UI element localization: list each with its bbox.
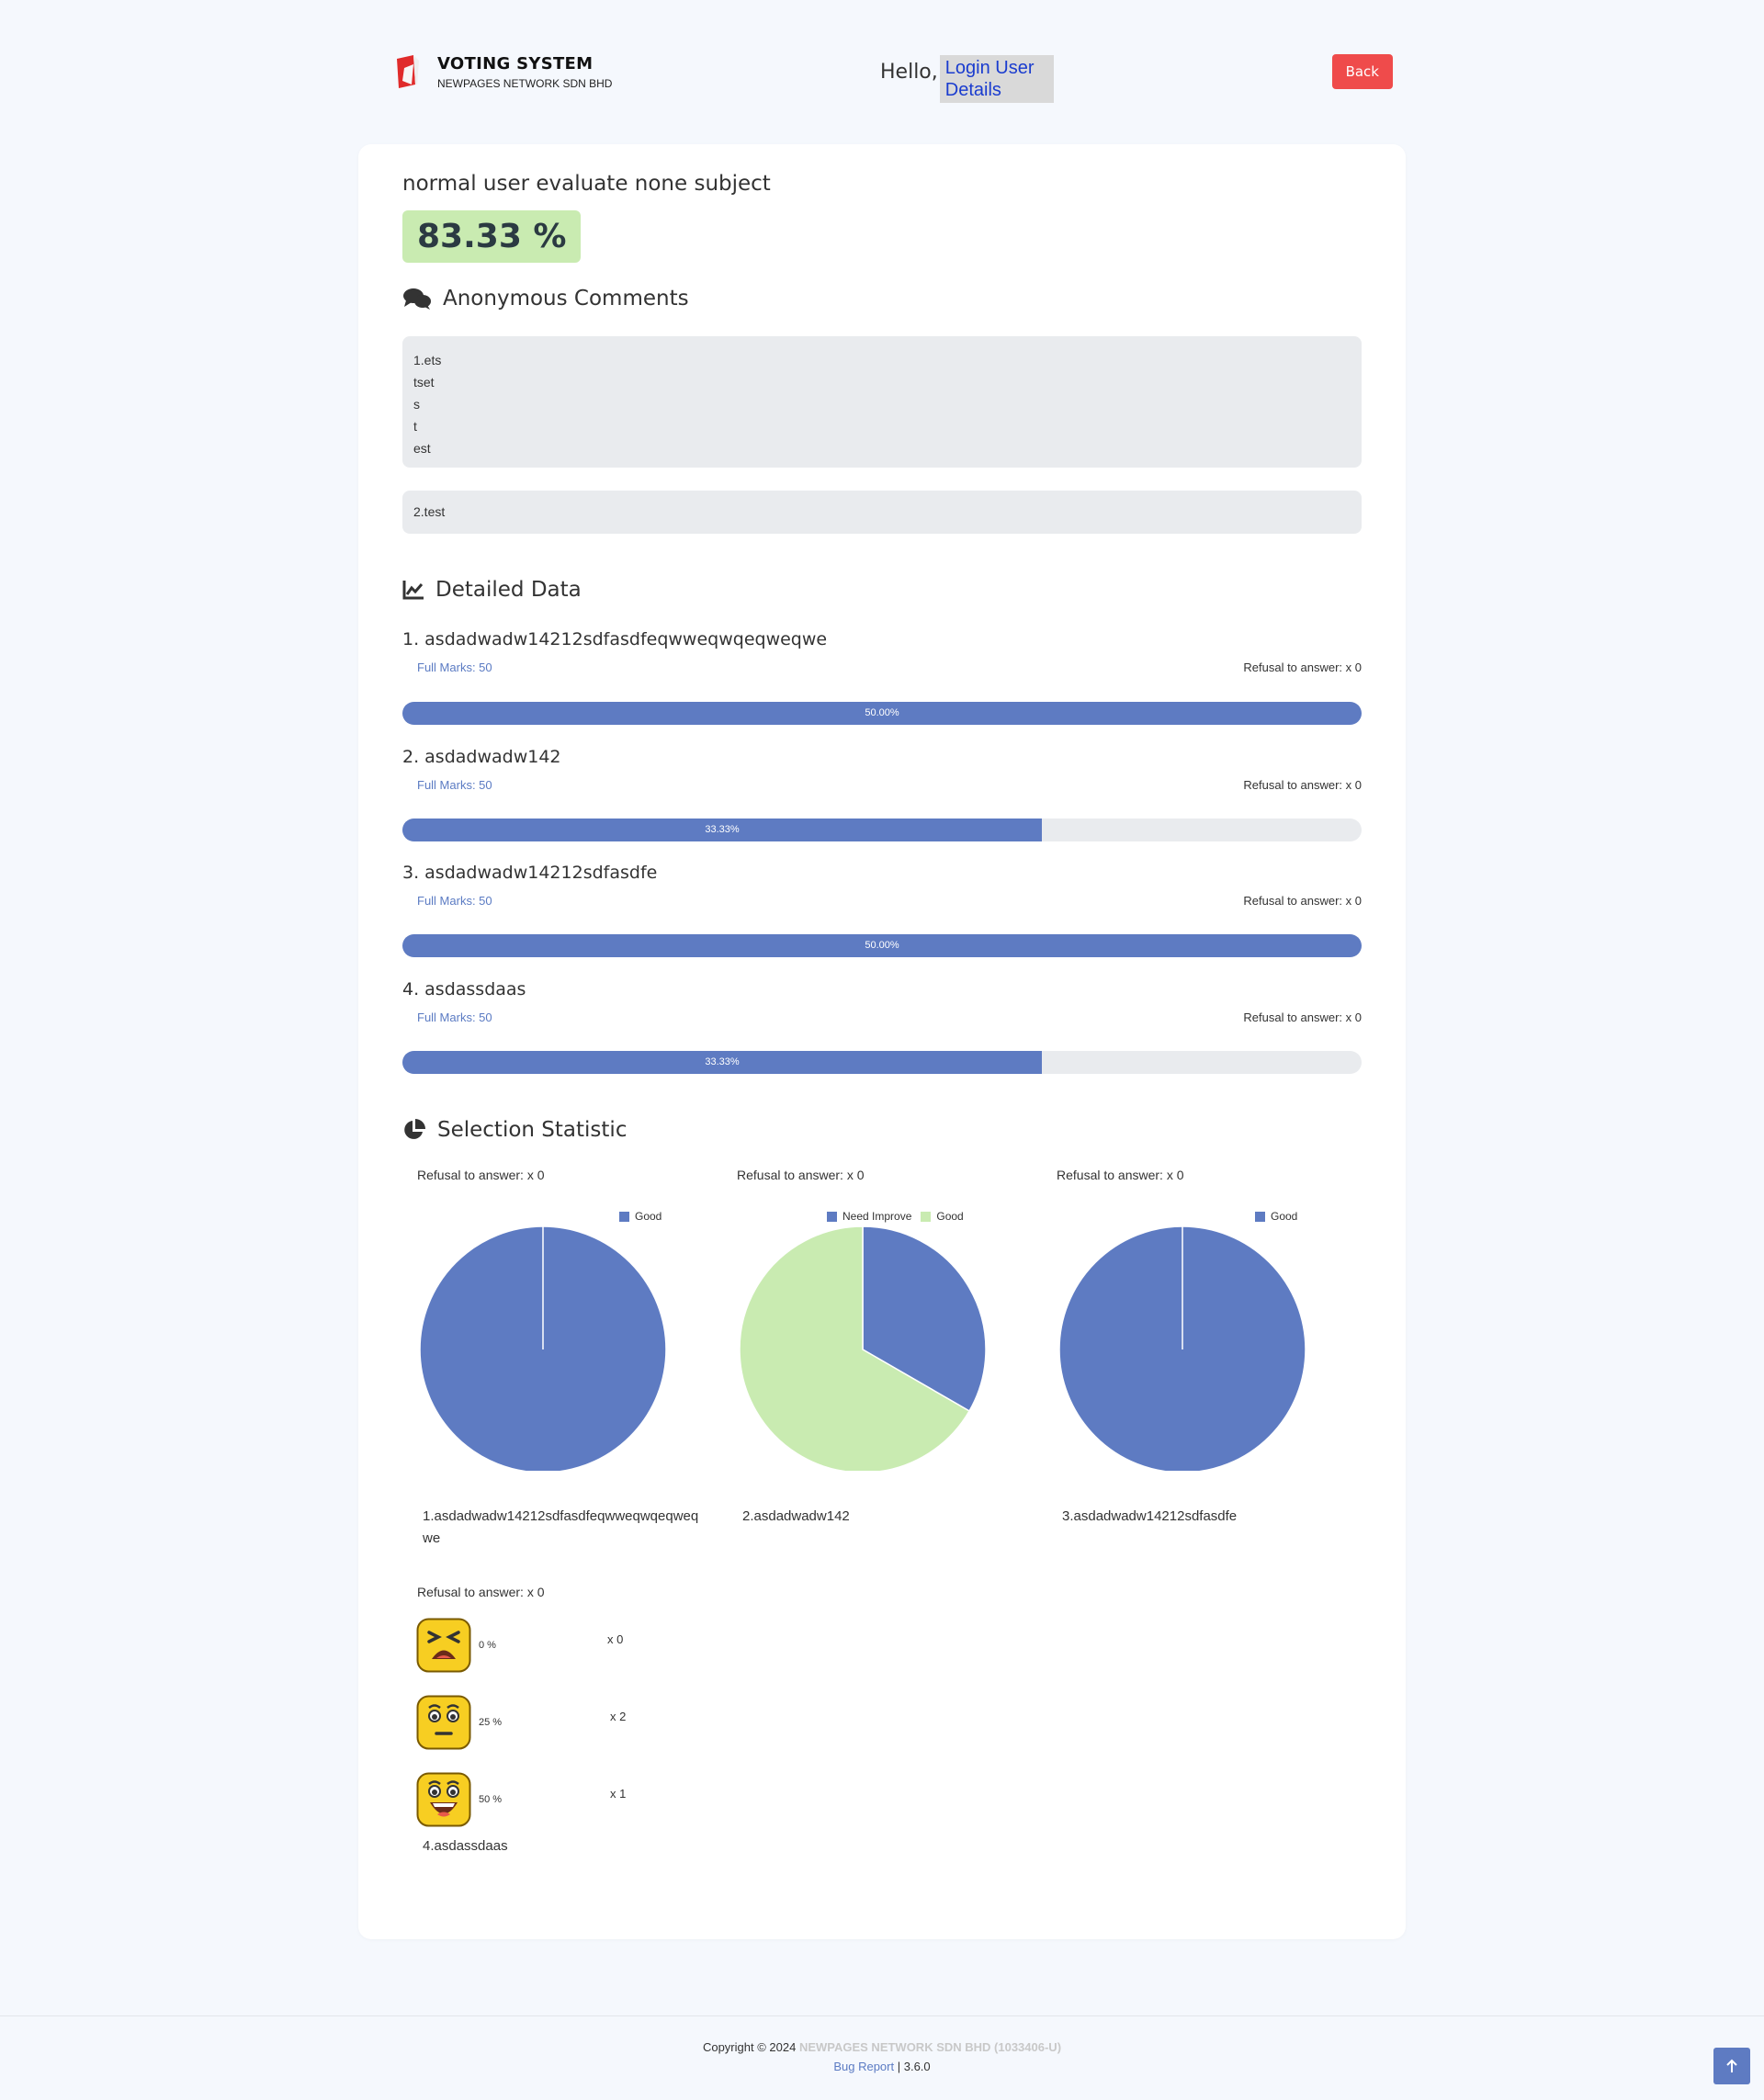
selection-statistic-title: Selection Statistic bbox=[437, 1118, 628, 1142]
question-title: 4. asdassdaas bbox=[402, 979, 526, 999]
comments-heading: Anonymous Comments bbox=[402, 287, 689, 310]
top-header: VOTING SYSTEM NEWPAGES NETWORK SDN BHD H… bbox=[386, 51, 1393, 107]
question-title: 3. asdadwadw14212sdfasdfe bbox=[402, 863, 658, 883]
brand-title: VOTING SYSTEM bbox=[437, 53, 594, 73]
full-marks: Full Marks: 50 bbox=[417, 1010, 492, 1024]
selection-statistic-heading: Selection Statistic bbox=[402, 1118, 627, 1142]
progress-bar: 50.00% bbox=[402, 934, 1362, 957]
refusal-count: Refusal to answer: x 0 bbox=[1243, 894, 1362, 908]
full-marks: Full Marks: 50 bbox=[417, 660, 492, 674]
emoji-row: 25 % bbox=[416, 1695, 502, 1750]
pie-chart bbox=[419, 1225, 667, 1471]
comments-icon bbox=[403, 288, 431, 310]
progress-bar: 33.33% bbox=[402, 819, 1362, 841]
pie-chart-icon bbox=[404, 1119, 425, 1139]
emoji-percent: 50 % bbox=[479, 1794, 503, 1805]
emoji-row: 0 % bbox=[416, 1618, 496, 1673]
emoji-caption: 4.asdassdaas bbox=[423, 1838, 508, 1854]
refusal-count: Refusal to answer: x 0 bbox=[1243, 660, 1362, 674]
full-marks: Full Marks: 50 bbox=[417, 894, 492, 908]
detailed-data-heading: Detailed Data bbox=[402, 578, 582, 602]
progress-fill: 33.33% bbox=[402, 819, 1043, 841]
greeting: Hello, Login User Details bbox=[880, 55, 1054, 103]
line-chart-icon bbox=[402, 581, 424, 600]
comment-item: 1.ets tset s t est bbox=[402, 336, 1362, 468]
emoji-row: 50 % bbox=[416, 1772, 502, 1827]
emoji-count: x 2 bbox=[610, 1710, 627, 1723]
scroll-to-top-button[interactable] bbox=[1713, 2048, 1750, 2084]
neutral-face-icon bbox=[416, 1695, 471, 1750]
pie-caption: 2.asdadwadw142 bbox=[742, 1508, 850, 1524]
happy-face-icon bbox=[416, 1772, 471, 1827]
progress-fill: 50.00% bbox=[402, 702, 1362, 725]
subject-title: normal user evaluate none subject bbox=[402, 172, 771, 196]
emoji-count: x 1 bbox=[610, 1787, 627, 1801]
pie-chart bbox=[739, 1225, 987, 1471]
back-button[interactable]: Back bbox=[1331, 54, 1393, 89]
progress-fill: 50.00% bbox=[402, 934, 1362, 957]
emoji-percent: 25 % bbox=[479, 1717, 503, 1728]
footer: Copyright © 2024 NEWPAGES NETWORK SDN BH… bbox=[0, 2015, 1764, 2100]
progress-bar: 33.33% bbox=[402, 1051, 1362, 1074]
pie-chart bbox=[1058, 1225, 1306, 1471]
tired-face-icon bbox=[416, 1618, 471, 1673]
login-user-details-link[interactable]: Login User Details bbox=[939, 55, 1054, 103]
refusal-count: Refusal to answer: x 0 bbox=[1243, 778, 1362, 792]
progress-fill: 33.33% bbox=[402, 1051, 1043, 1074]
full-marks: Full Marks: 50 bbox=[417, 778, 492, 792]
detailed-data-title: Detailed Data bbox=[435, 578, 582, 602]
footer-version: | 3.6.0 bbox=[897, 2060, 931, 2073]
question-title: 1. asdadwadw14212sdfasdfeqwweqwqeqweqwe bbox=[402, 629, 828, 649]
progress-bar: 50.00% bbox=[402, 702, 1362, 725]
comment-item: 2.test bbox=[402, 491, 1362, 534]
bug-report-link[interactable]: Bug Report bbox=[833, 2060, 894, 2073]
comments-title: Anonymous Comments bbox=[443, 287, 689, 310]
brand-logo-icon bbox=[391, 53, 424, 90]
question-title: 2. asdadwadw142 bbox=[402, 747, 561, 767]
brand-subtitle: NEWPAGES NETWORK SDN BHD bbox=[437, 76, 613, 90]
footer-company: NEWPAGES NETWORK SDN BHD (1033406-U) bbox=[798, 2040, 1062, 2054]
footer-copyright: Copyright © 2024 bbox=[702, 2040, 797, 2054]
hello-text: Hello, bbox=[880, 61, 938, 84]
emoji-count: x 0 bbox=[607, 1632, 624, 1646]
pie-caption: 3.asdadwadw14212sdfasdfe bbox=[1062, 1508, 1238, 1524]
emoji-refusal: Refusal to answer: x 0 bbox=[417, 1585, 545, 1599]
refusal-count: Refusal to answer: x 0 bbox=[1243, 1010, 1362, 1024]
main-card: normal user evaluate none subject 83.33 … bbox=[358, 144, 1406, 1939]
emoji-percent: 0 % bbox=[479, 1640, 496, 1651]
pie-caption: 1.asdadwadw14212sdfasdfeqwweqwqeqweqwe bbox=[423, 1508, 699, 1546]
brand: VOTING SYSTEM NEWPAGES NETWORK SDN BHD bbox=[391, 53, 612, 90]
arrow-up-icon bbox=[1726, 2059, 1737, 2072]
score-badge: 83.33 % bbox=[402, 210, 582, 263]
